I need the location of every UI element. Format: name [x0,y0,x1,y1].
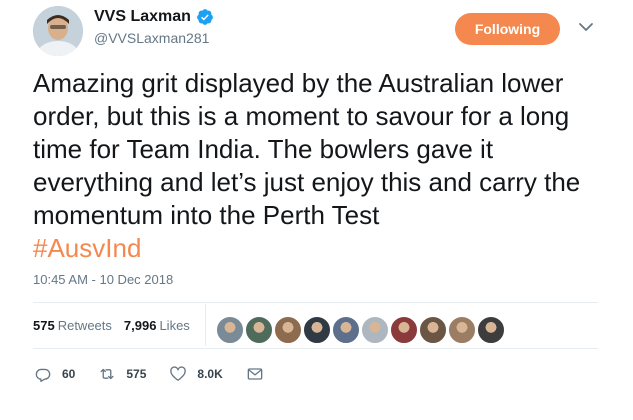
chevron-down-icon[interactable] [578,19,594,35]
envelope-icon [247,368,263,380]
liker-avatars [216,316,506,344]
direct-message-button[interactable] [245,364,265,384]
retweet-button[interactable]: 575 [97,364,146,384]
tweet-actions: 60 575 8.0K [33,364,287,384]
author-handle[interactable]: @VVSLaxman281 [94,30,209,46]
author-display-name[interactable]: VVS Laxman [94,8,191,26]
retweet-icon [100,368,114,380]
reply-icon [35,368,51,382]
like-count: 8.0K [197,367,223,381]
liker-avatar[interactable] [361,316,389,344]
liker-avatar[interactable] [448,316,476,344]
reply-count: 60 [62,367,76,381]
hashtag-link[interactable]: #AusvInd [33,232,608,265]
tweet-timestamp[interactable]: 10:45 AM - 10 Dec 2018 [33,272,173,287]
following-button[interactable]: Following [455,13,560,45]
divider [33,302,598,303]
engagement-stats: 575 Retweets 7,996 Likes [33,318,202,333]
retweet-count: 575 [126,367,147,381]
author-name-row: VVS Laxman [94,8,214,26]
retweets-count[interactable]: 575 [33,318,55,333]
stats-separator [205,304,206,346]
like-button[interactable]: 8.0K [168,364,223,384]
liker-avatar[interactable] [303,316,331,344]
author-avatar[interactable] [33,6,83,56]
liker-avatar[interactable] [332,316,360,344]
liker-avatar[interactable] [216,316,244,344]
verified-badge-icon [197,9,213,25]
tweet-text: Amazing grit displayed by the Australian… [33,67,608,265]
retweets-label[interactable]: Retweets [58,318,112,333]
reply-button[interactable]: 60 [33,364,75,384]
liker-avatar[interactable] [274,316,302,344]
liker-avatar[interactable] [245,316,273,344]
liker-avatar[interactable] [477,316,505,344]
profile-photo-icon [33,6,83,56]
tweet-body: Amazing grit displayed by the Australian… [33,68,581,230]
heart-icon [170,366,187,381]
likes-label[interactable]: Likes [159,318,189,333]
divider [33,348,598,349]
liker-avatar[interactable] [419,316,447,344]
liker-avatar[interactable] [390,316,418,344]
likes-count[interactable]: 7,996 [124,318,157,333]
